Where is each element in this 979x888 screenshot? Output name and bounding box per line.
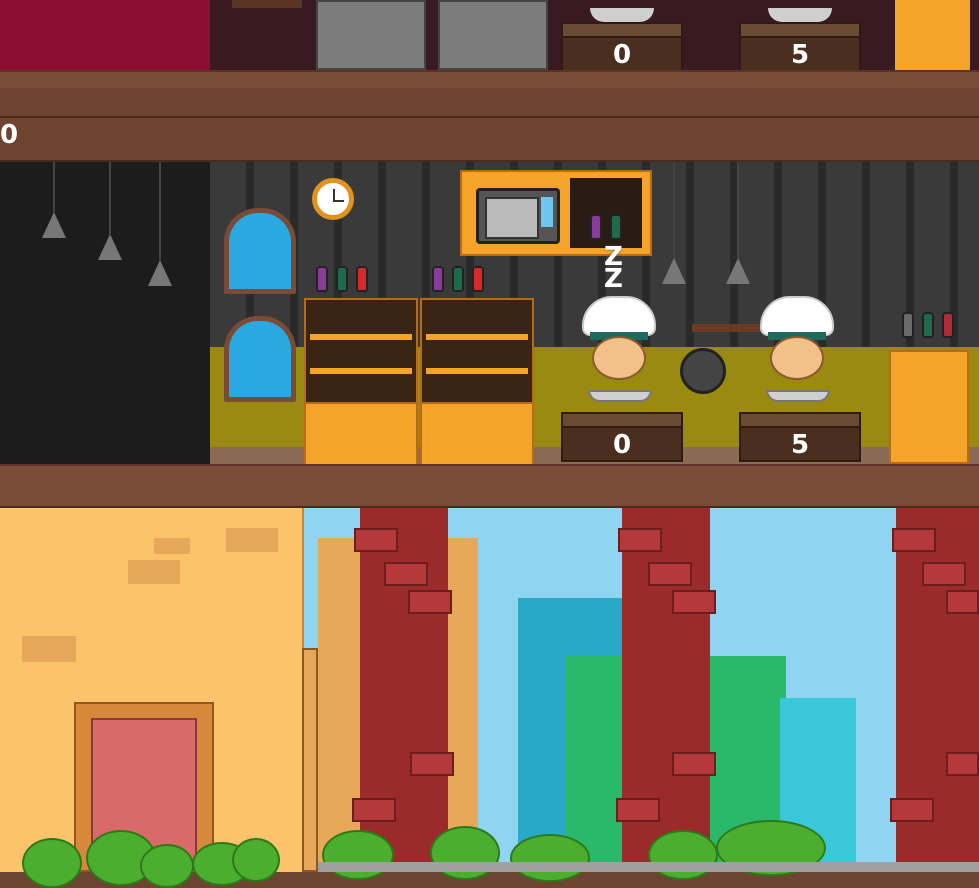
bush: [22, 838, 82, 888]
counter-value: 5: [790, 430, 810, 460]
counter-top: [741, 24, 859, 38]
counter-value: 0: [612, 430, 632, 460]
lamp-icon: [726, 162, 750, 284]
window-icon: [224, 208, 296, 294]
chef-working[interactable]: [756, 292, 838, 402]
bottle-icon: [336, 266, 348, 292]
spice-shelf-2: [420, 298, 534, 464]
bottle-icon: [902, 312, 914, 338]
top-floor-fridge-1: [316, 0, 426, 70]
chef-hat: [760, 296, 834, 336]
brick-pillar: [616, 508, 716, 872]
bush: [140, 844, 194, 888]
kitchen-floor: Z Z 0 5: [0, 162, 979, 464]
clock-icon: [312, 178, 354, 220]
bottle-icon: [356, 266, 368, 292]
street-scene: [0, 508, 979, 888]
top-counter-2[interactable]: 5: [739, 22, 861, 72]
bottle-icon: [942, 312, 954, 338]
bottle-icon: [610, 214, 622, 240]
microwave-cabinet: [460, 170, 652, 256]
top-floor-pan-2: [768, 8, 832, 22]
microwave-icon[interactable]: [476, 188, 560, 244]
counter-value: 0: [612, 40, 632, 70]
bush: [648, 830, 718, 880]
floor-divider-top: 0: [0, 88, 979, 163]
bottle-icon: [472, 266, 484, 292]
spice-shelf-1: [304, 298, 418, 464]
lamp-icon: [148, 162, 172, 286]
bottle-icon: [452, 266, 464, 292]
chef-sleeping[interactable]: Z Z: [578, 244, 660, 402]
counter-top: [563, 24, 681, 38]
bush: [232, 838, 280, 882]
lamp-icon: [42, 162, 66, 238]
kitchen-counter-1[interactable]: 0: [561, 412, 683, 462]
top-floor-fridge-2: [438, 0, 548, 70]
bottle-icon: [922, 312, 934, 338]
wall-brick-patch: [22, 636, 76, 662]
sidewalk: [318, 862, 979, 872]
wall-brick-patch: [128, 560, 180, 584]
lamp-icon: [662, 162, 686, 284]
counter-top: [741, 414, 859, 428]
bush: [510, 834, 590, 882]
shop-post: [302, 648, 318, 872]
wall-brick-patch: [226, 528, 278, 552]
lamp-icon: [98, 162, 122, 260]
pan-icon: [680, 348, 726, 394]
brick-pillar: [352, 508, 454, 872]
floor-side-label: 0: [0, 120, 19, 150]
right-cabinet: [889, 350, 969, 464]
divider-line: [0, 116, 979, 118]
top-floor-shelf-cabinet: [232, 0, 302, 8]
top-counter-1[interactable]: 0: [561, 22, 683, 72]
chef-hat: [582, 296, 656, 336]
chef-pan: [588, 390, 652, 402]
top-floor-orange-cabinet: [895, 0, 970, 70]
sleep-z-icon: Z Z: [604, 242, 623, 294]
counter-value: 5: [790, 40, 810, 70]
counter-top: [563, 414, 681, 428]
chef-pan: [766, 390, 830, 402]
cabinet-compartment: [570, 178, 642, 248]
bush: [322, 830, 394, 880]
kitchen-counter-2[interactable]: 5: [739, 412, 861, 462]
chef-face: [770, 336, 824, 380]
chef-face: [592, 336, 646, 380]
wall-brick-patch: [154, 538, 190, 554]
floor-divider-middle: [0, 482, 979, 508]
bottle-icon: [590, 214, 602, 240]
building-wall: [0, 508, 304, 874]
top-floor-pan-1: [590, 8, 654, 22]
bottle-icon: [316, 266, 328, 292]
top-floor-red-wall: [0, 0, 210, 70]
floor-beam-middle: [0, 464, 979, 484]
brick-pillar: [890, 508, 979, 872]
window-icon: [224, 316, 296, 402]
floor-beam-top: [0, 70, 979, 90]
bottle-icon: [432, 266, 444, 292]
